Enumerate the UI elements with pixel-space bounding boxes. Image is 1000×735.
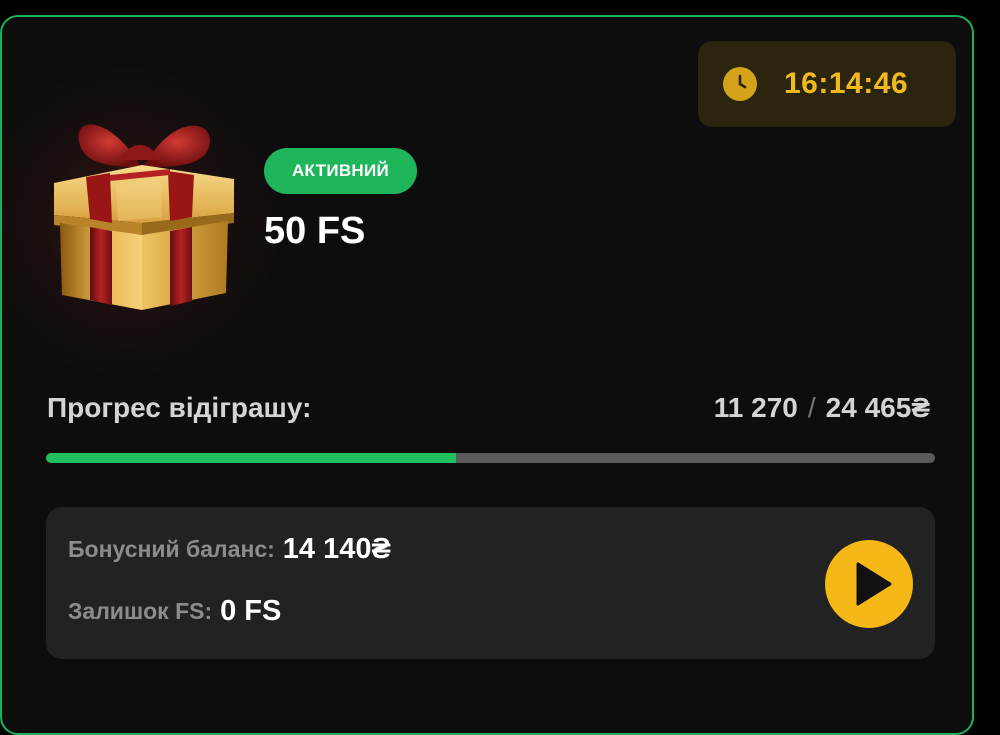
gift-box-icon — [50, 105, 240, 315]
clock-icon — [722, 66, 758, 102]
progress-total: 24 465₴ — [825, 392, 930, 423]
timer-value: 16:14:46 — [784, 67, 909, 100]
status-badge: АКТИВНИЙ — [264, 148, 417, 194]
progress-current: 11 270 — [713, 392, 798, 423]
balance-panel: Бонусний баланс: 14 140₴ Залишок FS: 0 FS — [46, 507, 935, 659]
progress-label: Прогрес відіграшу: — [47, 392, 312, 423]
play-button[interactable] — [825, 540, 913, 628]
play-icon — [856, 562, 892, 606]
fs-remaining-label: Залишок FS: — [68, 598, 213, 624]
progress-value: 11 270 / 24 465₴ — [714, 390, 930, 426]
timer-box: 16:14:46 — [698, 41, 956, 127]
progress-separator: / — [807, 392, 816, 423]
progress-bar-fill — [46, 453, 456, 463]
bonus-balance-row: Бонусний баланс: 14 140₴ — [68, 533, 391, 566]
bonus-title: 50 FS — [264, 210, 366, 252]
bonus-card: 16:14:46 АКТИВНИЙ 50 FS Прогрес відіграш… — [0, 15, 974, 735]
bonus-balance-value: 14 140₴ — [282, 533, 391, 565]
progress-bar — [46, 453, 935, 463]
bonus-balance-label: Бонусний баланс: — [68, 536, 275, 562]
fs-remaining-value: 0 FS — [220, 595, 282, 627]
fs-remaining-row: Залишок FS: 0 FS — [68, 595, 281, 628]
